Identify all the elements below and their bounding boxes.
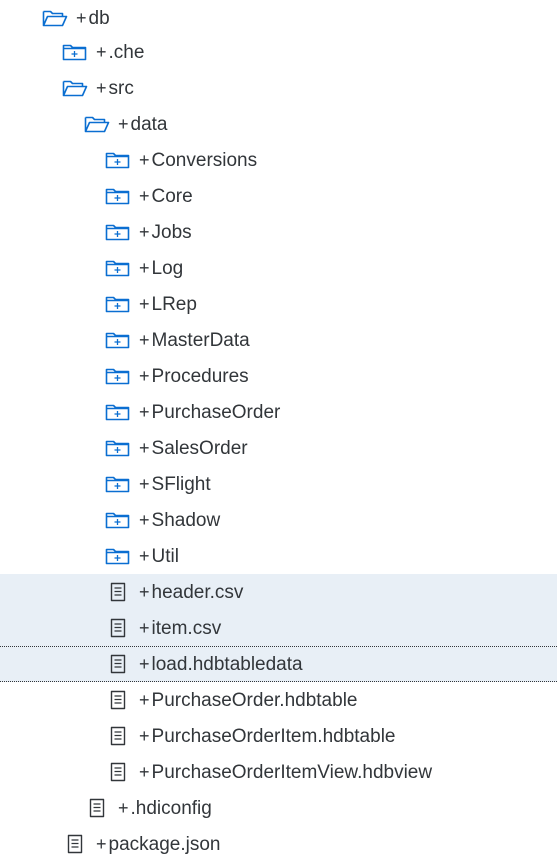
folder-closed-icon	[105, 293, 131, 315]
tree-item-label: MasterData	[151, 329, 250, 351]
file-icon	[84, 797, 110, 819]
tree-item-prefix: +	[139, 474, 150, 494]
tree-item-prefix: +	[118, 114, 129, 134]
tree-item-package-json[interactable]: + package.json	[0, 826, 557, 862]
tree-item-label: .che	[108, 41, 145, 63]
tree-item-prefix: +	[139, 690, 150, 710]
tree-item-label: load.hdbtabledata	[151, 653, 303, 675]
tree-item-prefix: +	[139, 582, 150, 602]
tree-item-prefix: +	[96, 42, 107, 62]
tree-item-prefix: +	[139, 150, 150, 170]
tree-item-sflight[interactable]: + SFlight	[0, 466, 557, 502]
file-icon	[62, 833, 88, 855]
tree-item-masterdata[interactable]: + MasterData	[0, 322, 557, 358]
tree-item-prefix: +	[139, 618, 150, 638]
tree-item-purchaseorderitemview-hdbview[interactable]: + PurchaseOrderItemView.hdbview	[0, 754, 557, 790]
tree-item-prefix: +	[139, 402, 150, 422]
tree-item-label: .hdiconfig	[130, 797, 212, 819]
tree-item-label: Shadow	[151, 509, 221, 531]
tree-item-prefix: +	[139, 438, 150, 458]
tree-item-util[interactable]: + Util	[0, 538, 557, 574]
tree-item-label: db	[88, 7, 110, 29]
folder-closed-icon	[105, 509, 131, 531]
tree-item-conversions[interactable]: + Conversions	[0, 142, 557, 178]
file-icon	[105, 725, 131, 747]
tree-item-label: Log	[151, 257, 184, 279]
tree-item-core[interactable]: + Core	[0, 178, 557, 214]
tree-item-purchaseorderitem-hdbtable[interactable]: + PurchaseOrderItem.hdbtable	[0, 718, 557, 754]
tree-item-prefix: +	[76, 8, 87, 28]
tree-item-label: package.json	[108, 833, 221, 855]
file-tree: + db + .che + src + data + Conversions +…	[0, 0, 557, 863]
file-icon	[105, 653, 131, 675]
tree-item-label: Core	[151, 185, 193, 207]
tree-item-label: PurchaseOrder.hdbtable	[151, 689, 358, 711]
folder-closed-icon	[105, 329, 131, 351]
folder-closed-icon	[105, 437, 131, 459]
tree-item-hdiconfig[interactable]: + .hdiconfig	[0, 790, 557, 826]
tree-item-prefix: +	[139, 222, 150, 242]
folder-closed-icon	[105, 365, 131, 387]
tree-item-item-csv[interactable]: + item.csv	[0, 610, 557, 646]
tree-item-prefix: +	[139, 330, 150, 350]
folder-open-icon	[84, 113, 110, 135]
file-icon	[105, 761, 131, 783]
folder-closed-icon	[105, 401, 131, 423]
tree-item-label: data	[130, 113, 168, 135]
tree-item-prefix: +	[96, 78, 107, 98]
tree-item-prefix: +	[96, 834, 107, 854]
tree-item-purchaseorder-hdbtable[interactable]: + PurchaseOrder.hdbtable	[0, 682, 557, 718]
tree-item-purchaseorder[interactable]: + PurchaseOrder	[0, 394, 557, 430]
tree-item-label: Jobs	[151, 221, 192, 243]
tree-item-label: Conversions	[151, 149, 258, 171]
tree-item-prefix: +	[139, 366, 150, 386]
tree-item-prefix: +	[139, 726, 150, 746]
file-icon	[105, 617, 131, 639]
tree-item-label: src	[108, 77, 134, 99]
tree-item-label: Procedures	[151, 365, 249, 387]
tree-item-prefix: +	[139, 510, 150, 530]
tree-item-label: header.csv	[151, 581, 244, 603]
tree-item-prefix: +	[139, 546, 150, 566]
folder-closed-icon	[105, 473, 131, 495]
file-icon	[105, 581, 131, 603]
tree-item-lrep[interactable]: + LRep	[0, 286, 557, 322]
file-icon	[105, 689, 131, 711]
tree-item-label: PurchaseOrderItem.hdbtable	[151, 725, 396, 747]
tree-item-label: PurchaseOrderItemView.hdbview	[151, 761, 433, 783]
folder-open-icon	[62, 77, 88, 99]
folder-closed-icon	[105, 185, 131, 207]
tree-item-label: item.csv	[151, 617, 222, 639]
tree-item-label: SalesOrder	[151, 437, 248, 459]
tree-item-label: SFlight	[151, 473, 211, 495]
tree-item-salesorder[interactable]: + SalesOrder	[0, 430, 557, 466]
tree-item-prefix: +	[139, 258, 150, 278]
tree-item-src[interactable]: + src	[0, 70, 557, 106]
tree-item-prefix: +	[139, 294, 150, 314]
tree-item-procedures[interactable]: + Procedures	[0, 358, 557, 394]
folder-closed-icon	[105, 149, 131, 171]
tree-item-db[interactable]: + db	[0, 0, 557, 36]
tree-item-shadow[interactable]: + Shadow	[0, 502, 557, 538]
tree-item-prefix: +	[139, 654, 150, 674]
tree-item-prefix: +	[118, 798, 129, 818]
tree-item-data[interactable]: + data	[0, 106, 557, 142]
folder-closed-icon	[62, 41, 88, 63]
folder-open-icon	[42, 7, 68, 29]
folder-closed-icon	[105, 221, 131, 243]
folder-closed-icon	[105, 257, 131, 279]
folder-closed-icon	[105, 545, 131, 567]
tree-item-label: LRep	[151, 293, 197, 315]
tree-item-label: PurchaseOrder	[151, 401, 281, 423]
tree-item-log[interactable]: + Log	[0, 250, 557, 286]
tree-item-che[interactable]: + .che	[0, 34, 557, 70]
tree-item-prefix: +	[139, 186, 150, 206]
tree-item-header-csv[interactable]: + header.csv	[0, 574, 557, 610]
tree-item-load-hdbtabledata[interactable]: + load.hdbtabledata	[0, 646, 557, 682]
tree-item-label: Util	[151, 545, 179, 567]
tree-item-prefix: +	[139, 762, 150, 782]
tree-item-jobs[interactable]: + Jobs	[0, 214, 557, 250]
